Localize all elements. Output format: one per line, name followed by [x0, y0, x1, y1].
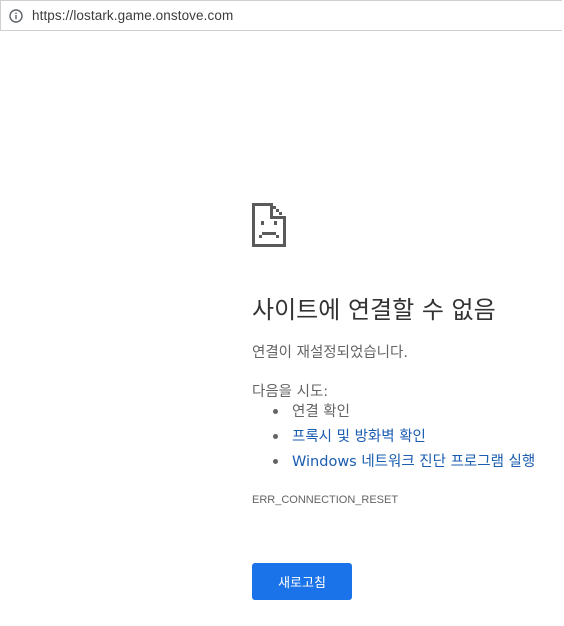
error-code: ERR_CONNECTION_RESET — [252, 494, 399, 506]
sad-document-icon — [252, 203, 286, 247]
check-proxy-firewall-link[interactable]: 프록시 및 방화벽 확인 — [292, 429, 426, 445]
suggestion-item-check-proxy-firewall[interactable]: 프록시 및 방화벽 확인 — [252, 426, 535, 451]
info-icon[interactable] — [9, 8, 23, 23]
error-description: 연결이 재설정되었습니다. — [252, 345, 408, 361]
suggestions-heading: 다음을 시도: — [252, 384, 329, 400]
error-title: 사이트에 연결할 수 없음 — [252, 296, 496, 324]
suggestion-item-network-diagnostics[interactable]: Windows 네트워크 진단 프로그램 실행 — [252, 451, 535, 476]
bullet-icon — [273, 459, 278, 464]
bullet-icon — [273, 434, 278, 439]
bullet-icon — [273, 409, 278, 414]
suggestions-list: 연결 확인 프록시 및 방화벽 확인 Windows 네트워크 진단 프로그램 … — [252, 401, 535, 476]
network-diagnostics-link[interactable]: Windows 네트워크 진단 프로그램 실행 — [292, 454, 535, 470]
url-text[interactable]: https://lostark.game.onstove.com — [32, 8, 233, 23]
suggestion-label: 연결 확인 — [292, 404, 350, 420]
reload-button[interactable]: 새로고침 — [252, 563, 352, 600]
suggestion-item-check-connection: 연결 확인 — [252, 401, 535, 426]
address-bar[interactable]: https://lostark.game.onstove.com — [0, 0, 562, 31]
